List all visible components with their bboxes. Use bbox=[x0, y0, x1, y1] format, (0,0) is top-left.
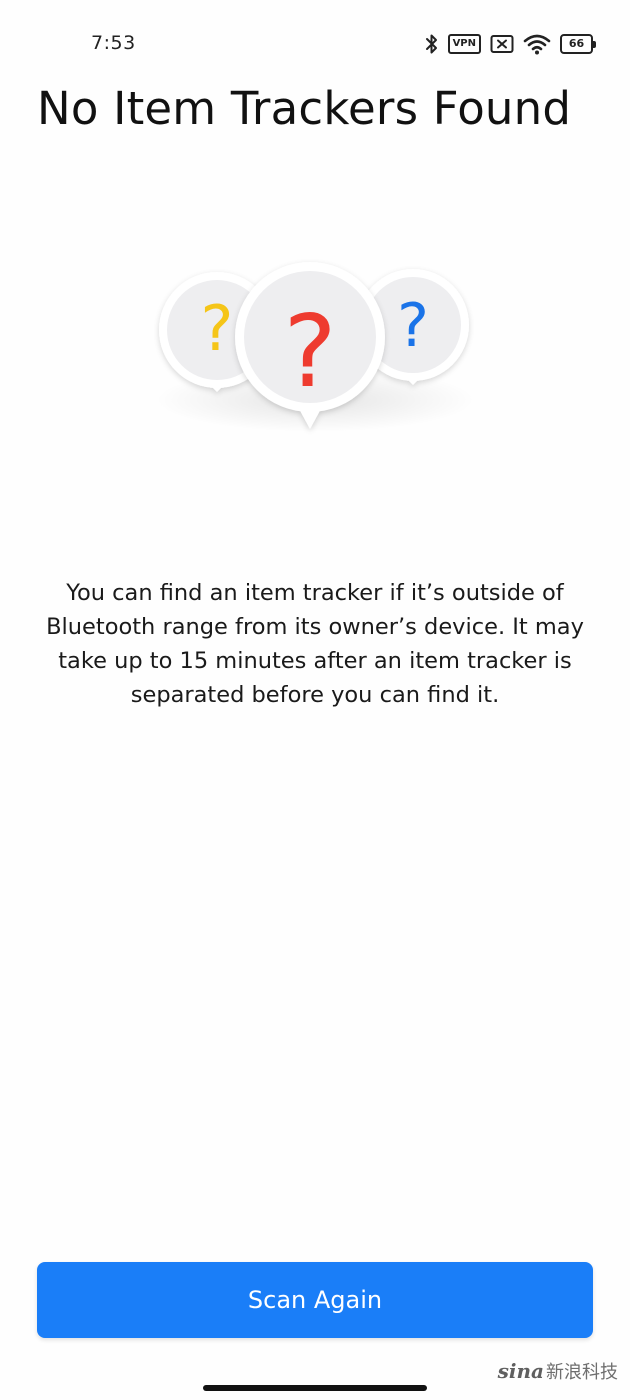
screen: 7:53 VPN 66 No Item Trackers Found ? ? ?… bbox=[0, 0, 630, 1400]
status-bar: 7:53 VPN 66 bbox=[0, 0, 630, 80]
question-glyph-red: ? bbox=[283, 293, 336, 410]
scan-again-button[interactable]: Scan Again bbox=[37, 1262, 593, 1338]
tracker-illustration: ? ? ? bbox=[130, 240, 500, 450]
battery-level: 66 bbox=[560, 34, 593, 54]
home-indicator[interactable] bbox=[203, 1385, 427, 1391]
vpn-icon: VPN bbox=[447, 34, 481, 54]
battery-icon: 66 bbox=[560, 34, 596, 54]
battery-tip bbox=[593, 40, 596, 48]
status-icons: VPN 66 bbox=[425, 32, 596, 56]
wifi-icon bbox=[523, 33, 551, 55]
bluetooth-icon bbox=[425, 33, 439, 55]
sina-logo: sina bbox=[497, 1359, 544, 1383]
info-description: You can find an item tracker if it’s out… bbox=[46, 580, 584, 708]
watermark-text: 新浪科技 bbox=[546, 1362, 618, 1383]
status-time: 7:53 bbox=[91, 32, 136, 54]
page-title: No Item Trackers Found bbox=[37, 82, 572, 135]
question-glyph-blue: ? bbox=[397, 291, 429, 361]
question-glyph-yellow: ? bbox=[201, 292, 234, 365]
no-sim-icon bbox=[490, 34, 514, 54]
sina-watermark: sina 新浪科技 bbox=[498, 1358, 618, 1384]
